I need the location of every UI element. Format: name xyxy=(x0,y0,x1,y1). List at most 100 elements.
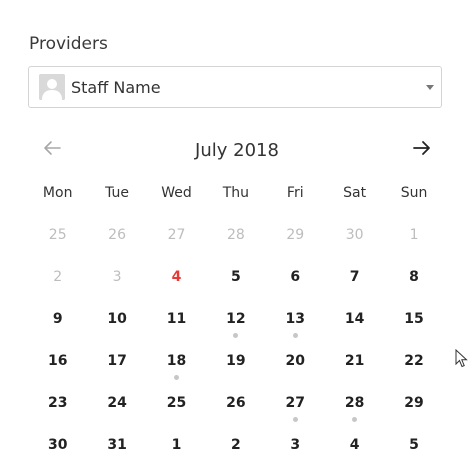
event-indicator-dot xyxy=(352,417,358,422)
calendar-day-number: 10 xyxy=(107,311,127,327)
event-indicator-dot xyxy=(173,375,179,380)
calendar-day-number: 17 xyxy=(107,353,127,369)
calendar-day[interactable]: 30 xyxy=(28,432,87,474)
calendar-day[interactable]: 18 xyxy=(147,348,206,390)
calendar-day[interactable]: 16 xyxy=(28,348,87,390)
calendar-day-other-month[interactable]: 25 xyxy=(28,222,87,264)
calendar-day-number: 12 xyxy=(226,311,246,327)
calendar-day[interactable]: 12 xyxy=(206,306,265,348)
event-indicator-dot xyxy=(292,417,298,422)
weekday-tue: Tue xyxy=(105,185,130,201)
calendar-day-number: 11 xyxy=(166,311,187,327)
calendar-day[interactable]: 3 xyxy=(266,432,325,474)
calendar-day-number: 5 xyxy=(230,269,241,285)
weekday-sat: Sat xyxy=(343,185,367,201)
calendar-day[interactable]: 5 xyxy=(384,432,443,474)
calendar-week-row: 16 17 18 19 20 21 22 xyxy=(28,348,444,390)
calendar-weeks: 25 26 27 28 29 30 1 2 3 4 5 6 7 8 9 10 11 12 13 14 15 16 17 18 1… xyxy=(28,222,444,474)
weekday-header-row: Mon Tue Wed Thu Fri Sat Sun xyxy=(28,180,444,222)
calendar-day[interactable]: 26 xyxy=(206,390,265,432)
calendar-day-number: 1 xyxy=(171,437,182,453)
provider-select[interactable]: Staff Name xyxy=(28,66,442,108)
calendar-day[interactable]: 23 xyxy=(28,390,87,432)
calendar-day-number: 26 xyxy=(108,227,126,243)
calendar-day-number: 29 xyxy=(404,395,424,411)
calendar-day-other-month[interactable]: 2 xyxy=(28,264,87,306)
calendar-day-other-month[interactable]: 26 xyxy=(87,222,146,264)
calendar-week-row: 30 31 1 2 3 4 5 xyxy=(28,432,444,474)
calendar-day-number: 15 xyxy=(404,311,424,327)
calendar-day-other-month[interactable]: 28 xyxy=(206,222,265,264)
calendar-day[interactable]: 2 xyxy=(206,432,265,474)
calendar-day-number: 23 xyxy=(47,395,68,411)
calendar-day-number: 20 xyxy=(285,353,305,369)
arrow-right-icon xyxy=(413,141,430,155)
calendar-day-other-month[interactable]: 29 xyxy=(266,222,325,264)
calendar-day-number: 30 xyxy=(47,437,68,453)
calendar-day-number: 5 xyxy=(409,437,419,453)
calendar-week-row: 25 26 27 28 29 30 1 xyxy=(28,222,444,264)
calendar-day[interactable]: 19 xyxy=(206,348,265,390)
weekday-sun: Sun xyxy=(400,185,428,201)
calendar-day-number: 3 xyxy=(290,437,301,453)
calendar-day-number: 21 xyxy=(344,353,365,369)
calendar-day-number: 14 xyxy=(344,311,365,327)
calendar-day[interactable]: 1 xyxy=(147,432,206,474)
calendar-day-number: 28 xyxy=(226,227,245,243)
calendar-week-row: 9 10 11 12 13 14 15 xyxy=(28,306,444,348)
calendar-day-number: 6 xyxy=(290,269,301,285)
calendar-day[interactable]: 28 xyxy=(325,390,384,432)
calendar-day[interactable]: 24 xyxy=(87,390,146,432)
calendar-week-row: 2 3 4 5 6 7 8 xyxy=(28,264,444,306)
weekday-thu: Thu xyxy=(222,185,250,201)
calendar-day[interactable]: 29 xyxy=(384,390,443,432)
calendar-day-other-month[interactable]: 30 xyxy=(325,222,384,264)
calendar-day-today[interactable]: 4 xyxy=(147,264,206,306)
user-avatar-icon xyxy=(39,74,65,100)
event-indicator-dot xyxy=(292,333,298,338)
calendar-day[interactable]: 17 xyxy=(87,348,146,390)
weekday-wed: Wed xyxy=(161,185,192,201)
calendar-day-number: 16 xyxy=(47,353,68,369)
calendar-day[interactable]: 13 xyxy=(266,306,325,348)
calendar-month-title: July 2018 xyxy=(195,140,279,161)
calendar-day-number: 30 xyxy=(345,227,364,243)
calendar-day[interactable]: 31 xyxy=(87,432,146,474)
calendar-day[interactable]: 7 xyxy=(325,264,384,306)
calendar-day[interactable]: 10 xyxy=(87,306,146,348)
calendar-day[interactable]: 14 xyxy=(325,306,384,348)
calendar-day[interactable]: 4 xyxy=(325,432,384,474)
calendar-day-number: 25 xyxy=(166,395,187,411)
calendar-day-number: 9 xyxy=(52,311,63,327)
calendar-day[interactable]: 11 xyxy=(147,306,206,348)
calendar-day-number: 13 xyxy=(285,311,305,327)
calendar-day-number: 18 xyxy=(166,353,187,369)
calendar-day-number: 7 xyxy=(349,269,360,285)
calendar-day-number: 2 xyxy=(53,269,63,285)
calendar-day-number: 4 xyxy=(349,437,360,453)
calendar-day[interactable]: 5 xyxy=(206,264,265,306)
weekday-fri: Fri xyxy=(286,185,304,201)
calendar-day-number: 25 xyxy=(48,227,67,243)
calendar-day-number: 3 xyxy=(112,269,122,285)
calendar-day-number: 24 xyxy=(107,395,127,411)
calendar-day[interactable]: 15 xyxy=(384,306,443,348)
calendar-day-number: 27 xyxy=(167,227,186,243)
calendar-day[interactable]: 6 xyxy=(266,264,325,306)
calendar-day[interactable]: 9 xyxy=(28,306,87,348)
calendar-day-other-month[interactable]: 3 xyxy=(87,264,146,306)
calendar-day-number: 27 xyxy=(285,395,305,411)
calendar-day[interactable]: 21 xyxy=(325,348,384,390)
calendar-day[interactable]: 27 xyxy=(266,390,325,432)
calendar-day[interactable]: 8 xyxy=(384,264,443,306)
next-month-button[interactable] xyxy=(410,138,434,158)
calendar-day[interactable]: 20 xyxy=(266,348,325,390)
providers-label: Providers xyxy=(29,34,108,54)
calendar-day-other-month[interactable]: 1 xyxy=(384,222,443,264)
calendar-day[interactable]: 25 xyxy=(147,390,206,432)
calendar-day-number: 28 xyxy=(344,395,365,411)
calendar-day[interactable]: 22 xyxy=(384,348,443,390)
calendar-day-number: 2 xyxy=(230,437,241,453)
mouse-cursor-icon xyxy=(455,349,468,368)
calendar-day-other-month[interactable]: 27 xyxy=(147,222,206,264)
